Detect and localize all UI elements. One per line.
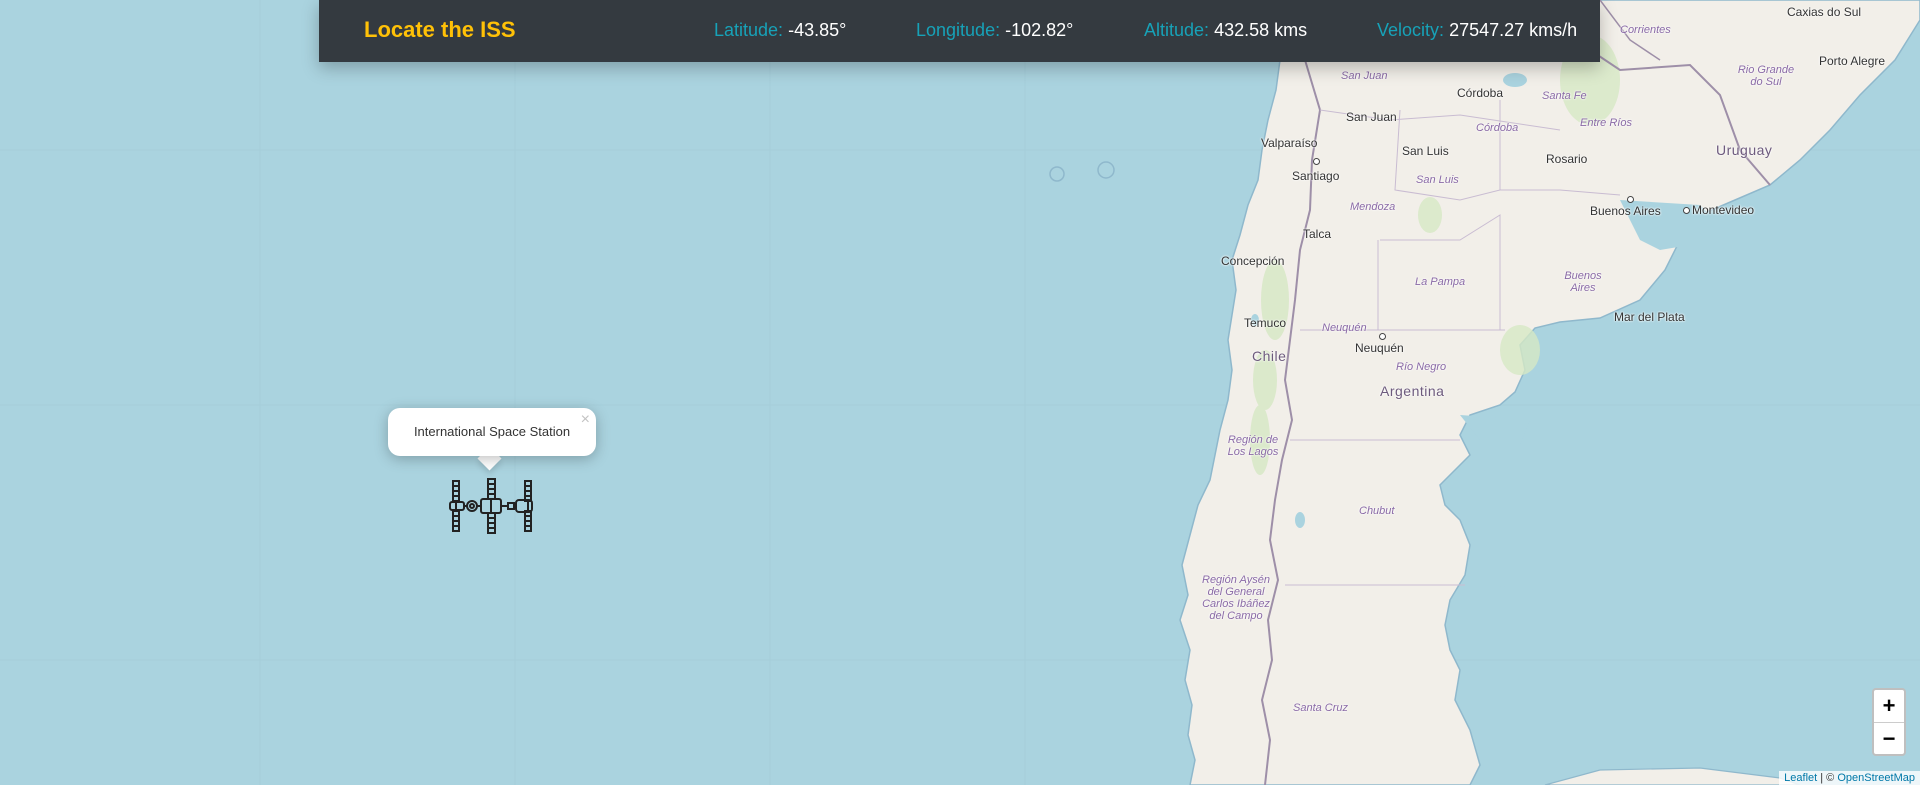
map-label-porto-alegre: Porto Alegre — [1819, 54, 1886, 68]
map-label-entre-rios: Entre Ríos — [1580, 117, 1632, 129]
app-title[interactable]: Locate the ISS — [364, 17, 516, 43]
land-south-america — [1179, 0, 1920, 785]
velocity-value: 27547.27 kms/h — [1449, 20, 1578, 40]
iss-info-bar: Locate the ISS Latitude: -43.85° Longitu… — [319, 0, 1600, 62]
map-label-san-luis: San Luis — [1402, 144, 1449, 158]
city-dot-santiago — [1313, 158, 1320, 165]
map-canvas[interactable]: Caxias do Sul Porto Alegre Corrientes Ri… — [0, 0, 1920, 785]
altitude-stat: Altitude: 432.58 kms — [1144, 20, 1307, 41]
map-attribution: Leaflet | © OpenStreetMap — [1779, 771, 1920, 785]
map-label-valparaiso: Valparaíso — [1261, 136, 1318, 150]
latitude-stat: Latitude: -43.85° — [714, 20, 846, 41]
city-dot-neuquen — [1379, 333, 1386, 340]
map-label-aysen: Región Aysén del General Carlos Ibáñez d… — [1202, 574, 1270, 622]
map-label-caxias: Caxias do Sul — [1787, 5, 1862, 19]
zoom-control: + − — [1872, 688, 1906, 756]
longitude-value: -102.82° — [1005, 20, 1074, 40]
map-label-neuquen: Neuquén — [1355, 341, 1404, 355]
zoom-in-button[interactable]: + — [1874, 690, 1904, 723]
zoom-out-button[interactable]: − — [1874, 723, 1904, 755]
city-dot-buenos-aires — [1627, 196, 1634, 203]
map-label-chile: Chile — [1252, 348, 1287, 364]
map-label-san-juan-province: San Juan — [1341, 70, 1388, 82]
openstreetmap-link[interactable]: OpenStreetMap — [1837, 772, 1915, 784]
map-label-mendoza: Mendoza — [1350, 201, 1396, 213]
map-label-corrientes: Corrientes — [1620, 24, 1671, 36]
popup-close-button[interactable]: × — [581, 411, 590, 429]
map-label-concepcion: Concepción — [1221, 254, 1285, 268]
map-label-buenos-aires: Buenos Aires — [1590, 204, 1661, 218]
map-label-temuco: Temuco — [1244, 316, 1287, 330]
iss-marker[interactable] — [448, 478, 536, 538]
attribution-separator: | © — [1817, 772, 1838, 784]
map-label-san-luis-province: San Luis — [1416, 174, 1459, 186]
latitude-label: Latitude: — [714, 20, 784, 40]
map-label-rio-negro: Río Negro — [1396, 361, 1447, 373]
map-label-uruguay: Uruguay — [1716, 142, 1773, 158]
city-dot-montevideo — [1683, 207, 1690, 214]
map-label-chubut: Chubut — [1359, 505, 1395, 517]
altitude-label: Altitude: — [1144, 20, 1210, 40]
velocity-stat: Velocity: 27547.27 kms/h — [1377, 20, 1577, 41]
popup-text: International Space Station — [413, 424, 571, 439]
altitude-value: 432.58 kms — [1214, 20, 1308, 40]
latitude-value: -43.85° — [788, 20, 847, 40]
map-label-argentina: Argentina — [1380, 383, 1445, 399]
longitude-stat: Longitude: -102.82° — [916, 20, 1073, 41]
map-label-neuquen-province: Neuquén — [1322, 322, 1367, 334]
map-label-talca: Talca — [1303, 227, 1332, 241]
map-label-los-lagos: Región de Los Lagos — [1227, 434, 1279, 458]
iss-popup: International Space Station × — [388, 408, 596, 456]
leaflet-link[interactable]: Leaflet — [1784, 772, 1817, 784]
longitude-label: Longitude: — [916, 20, 1001, 40]
velocity-label: Velocity: — [1377, 20, 1445, 40]
map-label-montevideo: Montevideo — [1692, 203, 1755, 217]
map-label-santiago: Santiago — [1292, 169, 1340, 183]
map-label-santa-fe: Santa Fe — [1542, 90, 1587, 102]
map-label-cordoba: Córdoba — [1457, 86, 1504, 100]
map-label-santa-cruz: Santa Cruz — [1293, 702, 1349, 714]
map-label-cordoba-province: Córdoba — [1476, 122, 1519, 134]
space-station-icon — [449, 478, 533, 534]
map-label-rio-grande-do-sul: Rio Grande do Sul — [1737, 64, 1795, 88]
map-label-rosario: Rosario — [1546, 152, 1588, 166]
map-tiles — [0, 0, 1920, 785]
map-label-mar-del-plata: Mar del Plata — [1614, 310, 1685, 324]
map-label-buenos-aires-province: Buenos Aires — [1564, 270, 1602, 294]
map-label-san-juan: San Juan — [1346, 110, 1397, 124]
map-label-la-pampa: La Pampa — [1415, 276, 1466, 288]
